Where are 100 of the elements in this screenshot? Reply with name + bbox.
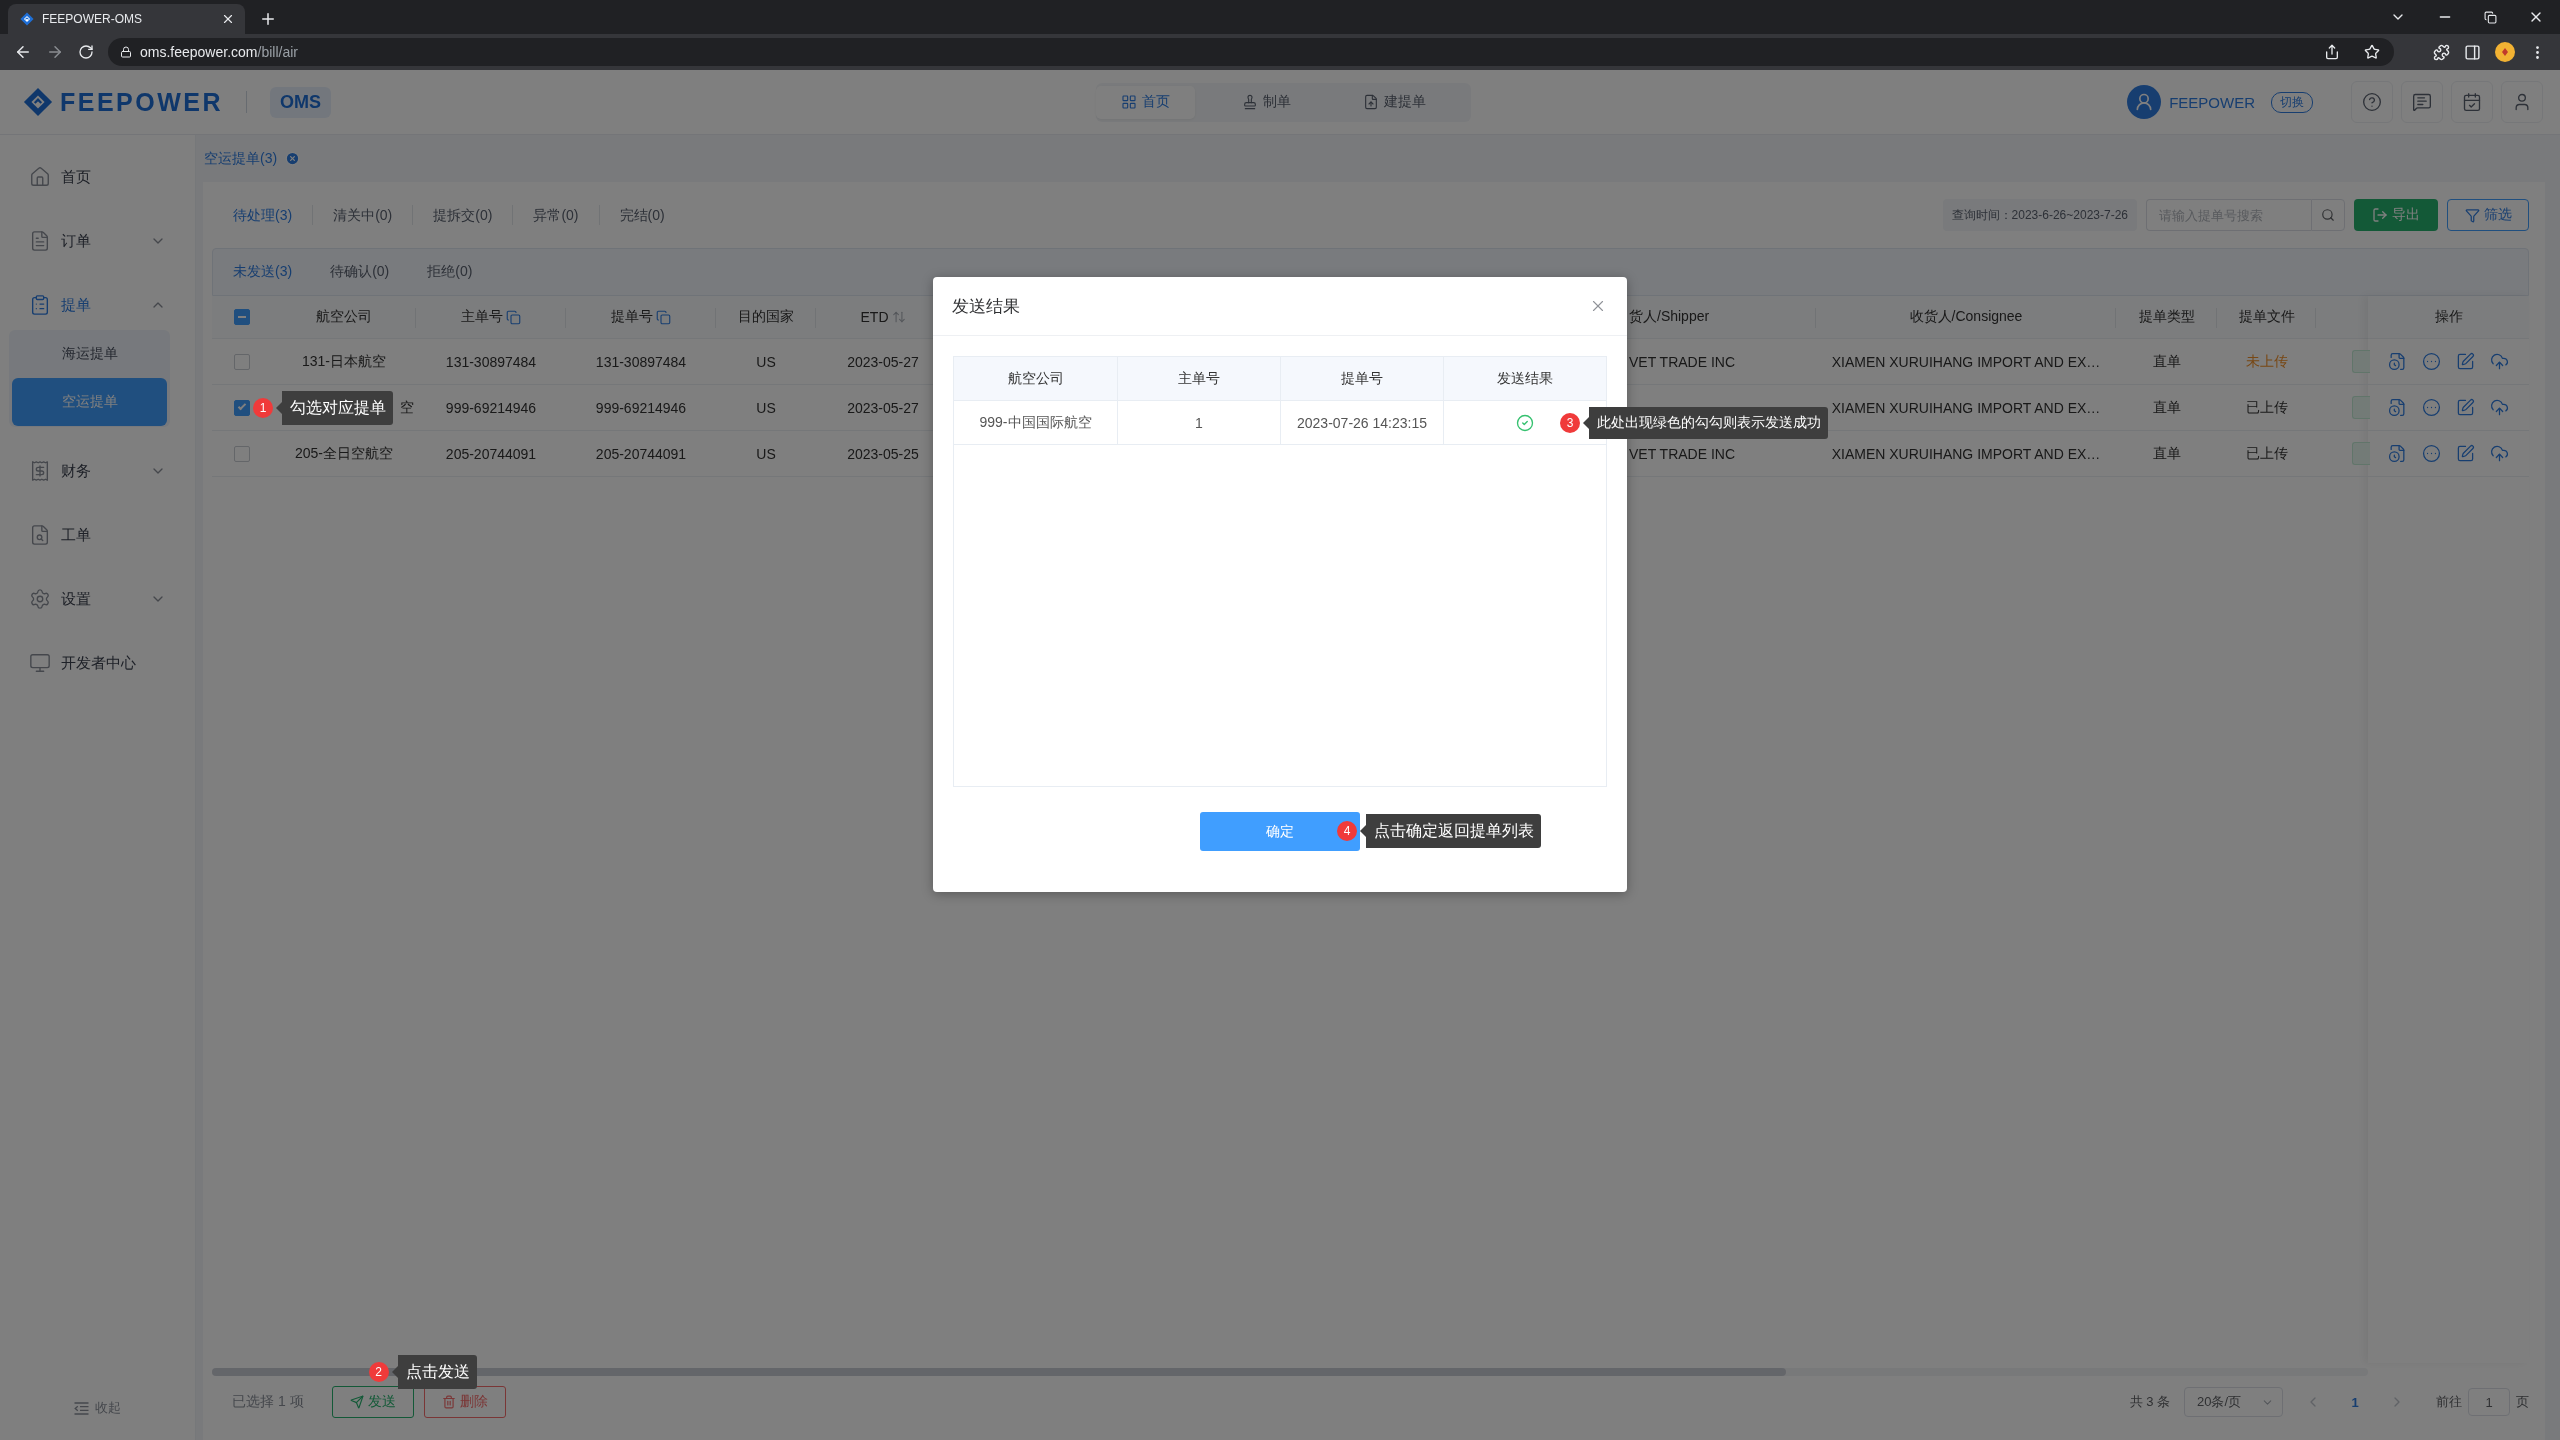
nav-tab[interactable]: 制单 (1216, 85, 1316, 119)
table-cell: 直单 (2152, 398, 2181, 417)
table-cell: 2023-07-26 14:23:15 (1297, 414, 1427, 431)
restore-icon[interactable] (2484, 10, 2497, 24)
column-header: 航空公司 (1007, 369, 1064, 388)
status-tag (2352, 442, 2370, 465)
profile-avatar-icon[interactable] (2495, 42, 2515, 62)
table-cell: XIAMEN XURUIHANG IMPORT AND EX… (1831, 353, 2101, 370)
table-cell: 2023-05-27 (847, 399, 919, 416)
status-tag (2352, 350, 2370, 373)
status-tab[interactable]: 清关中(0) (312, 205, 413, 225)
browser-tab[interactable]: FEEPOWER-OMS (8, 4, 245, 34)
sidebar-item[interactable]: 工单 (0, 503, 195, 567)
delete-button[interactable]: 删除 (423, 1386, 506, 1418)
table-cell: 205-20744091 (445, 445, 537, 462)
page-input[interactable]: 1 (2468, 1388, 2510, 1416)
address-bar[interactable]: oms.feepower.com/bill/air (108, 38, 2394, 66)
column-header: 提单文件 (2238, 308, 2295, 326)
subtab[interactable]: 拒绝(0) (408, 263, 492, 281)
checkbox[interactable] (234, 399, 250, 416)
step-marker: 2 (368, 1362, 389, 1382)
help-icon (2362, 92, 2382, 112)
checkbox[interactable] (234, 445, 250, 462)
file-search-icon (29, 524, 51, 546)
clipboard-icon (29, 294, 51, 316)
upload-icon[interactable] (2490, 444, 2509, 463)
copy-icon[interactable] (656, 309, 671, 325)
column-header: 主单号 (1178, 369, 1220, 388)
file-clock-icon[interactable] (2388, 398, 2407, 417)
table-cell: 2023-05-25 (847, 445, 919, 462)
table-cell: 2023-05-27 (847, 353, 919, 370)
file-clock-icon[interactable] (2388, 352, 2407, 371)
home-icon (29, 166, 51, 188)
upload-icon[interactable] (2490, 352, 2509, 371)
file-clock-icon[interactable] (2388, 444, 2407, 463)
sidebar-item[interactable]: 首页 (0, 145, 195, 209)
table-cell: US (756, 353, 776, 370)
nav-tab[interactable]: 首页 (1095, 85, 1195, 119)
calendar-button[interactable] (2451, 81, 2493, 123)
reload-icon[interactable] (78, 44, 94, 60)
nav-tab[interactable]: 建提单 (1337, 85, 1451, 119)
sort-icon[interactable] (891, 310, 906, 324)
collapse-icon (74, 1401, 89, 1415)
account-button[interactable] (2501, 81, 2543, 123)
subtab[interactable]: 未发送(3) (214, 263, 312, 281)
upload-icon[interactable] (2490, 398, 2509, 417)
side-panel-icon[interactable] (2464, 43, 2481, 61)
star-icon[interactable] (2364, 44, 2380, 60)
avatar-icon (2127, 85, 2162, 119)
new-tab-icon[interactable] (259, 10, 277, 28)
file-upload-icon (1362, 94, 1379, 110)
checkbox[interactable] (234, 309, 250, 325)
puzzle-icon[interactable] (2433, 43, 2450, 61)
status-tab[interactable]: 提拆交(0) (412, 205, 513, 225)
status-tab[interactable]: 异常(0) (512, 205, 599, 225)
sidebar-item[interactable]: 订单 (0, 209, 195, 273)
table-cell: 131-日本航空 (302, 352, 386, 371)
more-icon[interactable] (2422, 352, 2441, 371)
settings-icon (29, 588, 51, 610)
column-header: 主单号 (461, 308, 503, 326)
filter-button[interactable]: 筛选 (2447, 199, 2529, 231)
more-icon[interactable] (2422, 444, 2441, 463)
grid-icon (1120, 94, 1137, 110)
subtab[interactable]: 待确认(0) (311, 263, 409, 281)
export-button[interactable]: 导出 (2354, 199, 2438, 231)
page-number[interactable]: 1 (2343, 1388, 2367, 1416)
copy-icon[interactable] (506, 309, 521, 325)
table-cell: VET TRADE INC (1629, 353, 1736, 370)
edit-icon[interactable] (2456, 352, 2475, 371)
lock-icon (120, 46, 132, 58)
table-cell: 直单 (2152, 352, 2181, 371)
edit-icon[interactable] (2456, 398, 2475, 417)
status-tab[interactable]: 待处理(3) (213, 205, 313, 225)
table-cell: 未上传 (2245, 352, 2288, 371)
search-button[interactable] (2311, 199, 2345, 231)
send-button[interactable]: 发送 (331, 1386, 414, 1418)
forward-icon[interactable] (46, 43, 64, 61)
page-size-select[interactable]: 20条/页 (2184, 1387, 2283, 1417)
checkbox[interactable] (234, 353, 250, 370)
edit-icon[interactable] (2456, 444, 2475, 463)
page-tab[interactable]: 空运提单(3) (204, 149, 301, 168)
date-range-label: 查询时间：2023-6-26~2023-7-26 (1942, 199, 2137, 231)
sidebar-item[interactable]: 设置 (0, 567, 195, 631)
switch-button[interactable]: 切换 (2271, 91, 2313, 113)
table-cell: US (756, 445, 776, 462)
close-icon[interactable] (221, 12, 235, 26)
messages-button[interactable] (2401, 81, 2443, 123)
callout-tooltip: 勾选对应提单 (276, 391, 393, 425)
document-icon (29, 230, 51, 252)
submenu-item[interactable]: 空运提单 (12, 378, 167, 426)
sidebar-item[interactable]: 开发者中心 (0, 631, 195, 695)
logo-text: FEEPOWER (60, 87, 224, 117)
help-button[interactable] (2351, 81, 2393, 123)
receipt-icon (29, 460, 51, 482)
table-cell: US (756, 399, 776, 416)
status-tab[interactable]: 完结(0) (598, 205, 685, 225)
sidebar-item[interactable]: 财务 (0, 439, 195, 503)
more-icon[interactable] (2422, 398, 2441, 417)
back-icon[interactable] (14, 43, 32, 61)
share-icon[interactable] (2324, 44, 2340, 60)
